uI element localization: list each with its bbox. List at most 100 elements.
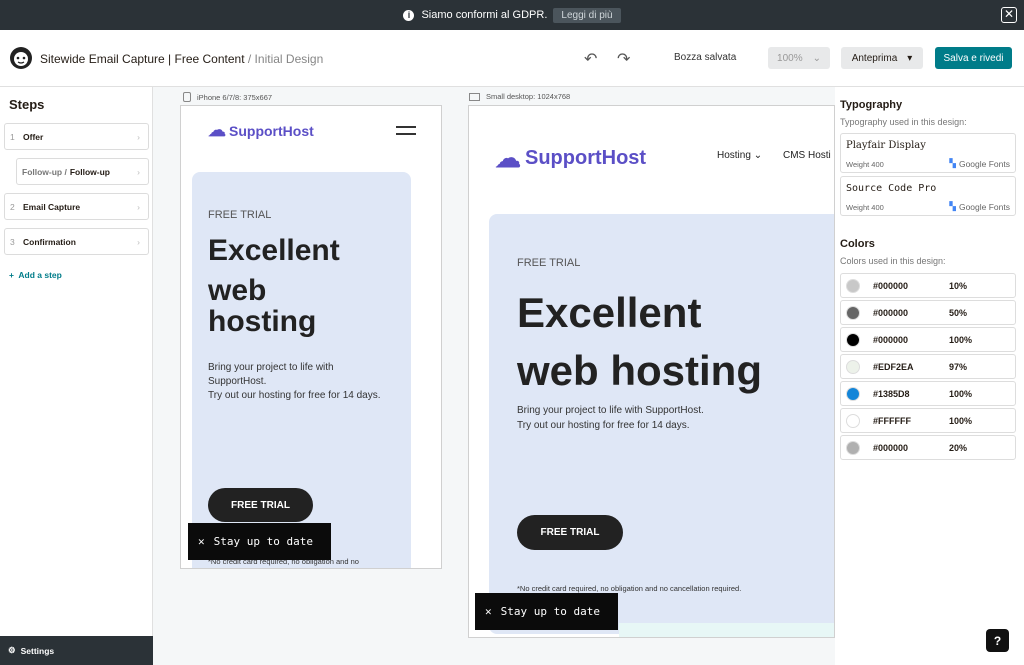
- color-dot: [846, 440, 860, 455]
- color-hex: #EDF2EA: [873, 361, 914, 372]
- editor-header: Sitewide Email Capture | Free Content / …: [0, 30, 1024, 87]
- stay-up-to-date-tab[interactable]: ✕ Stay up to date: [188, 523, 331, 560]
- font-name: Source Code Pro: [846, 183, 937, 194]
- headline-line: hosting: [208, 305, 317, 338]
- color-dot: [846, 386, 860, 401]
- footer-strip: [619, 623, 834, 637]
- body-line: Try out our hosting for free for 14 days…: [208, 390, 381, 401]
- color-dot: [846, 413, 860, 428]
- brand-logo: ☁ SupportHost: [495, 143, 646, 174]
- add-step-button[interactable]: + Add a step: [9, 270, 62, 280]
- step-follow-up[interactable]: Follow-up / Follow-up ›: [16, 158, 149, 185]
- step-confirmation[interactable]: 3 Confirmation ›: [4, 228, 149, 255]
- color-dot: [846, 305, 860, 320]
- step-email-capture[interactable]: 2 Email Capture ›: [4, 193, 149, 220]
- hero-eyebrow: FREE TRIAL: [517, 257, 581, 269]
- read-more-link[interactable]: Leggi di più: [553, 7, 621, 23]
- gdpr-text: Siamo conformi al GDPR.: [421, 9, 548, 21]
- hero-headline: Excellent web hosting: [517, 284, 762, 400]
- preview-label: Anteprima: [851, 52, 898, 64]
- google-fonts-icon: ▚: [949, 201, 956, 211]
- hero-card: FREE TRIAL Excellent web hosting Bring y…: [489, 214, 834, 634]
- undo-icon[interactable]: ↶: [584, 49, 597, 69]
- headline-line: Excellent: [208, 234, 340, 267]
- free-trial-button[interactable]: FREE TRIAL: [517, 515, 623, 550]
- typography-hint: Typography used in this design:: [840, 117, 967, 127]
- color-hex: #000000: [873, 280, 909, 291]
- body-line: SupportHost.: [208, 376, 267, 387]
- body-line: Try out our hosting for free for 14 days…: [517, 420, 690, 431]
- font-weight: Weight 400: [846, 203, 884, 212]
- color-swatch-row: #000000 20%: [840, 435, 1016, 460]
- hero-eyebrow: FREE TRIAL: [208, 209, 272, 221]
- chevron-right-icon: ›: [137, 131, 140, 142]
- plus-icon: +: [9, 270, 14, 280]
- preview-dropdown[interactable]: Anteprima ▾: [841, 47, 923, 69]
- color-swatch-row: #000000 100%: [840, 327, 1016, 352]
- headline-line: Excellent: [517, 289, 702, 336]
- cloud-logo-icon: ☁: [208, 120, 226, 140]
- chevron-right-icon: ›: [137, 201, 140, 212]
- color-opacity: 10%: [949, 280, 968, 291]
- color-hex: #1385D8: [873, 388, 910, 399]
- step-prefix: Follow-up /: [22, 166, 67, 177]
- design-info-panel: Typography Typography used in this desig…: [835, 87, 1024, 665]
- color-dot: [846, 278, 860, 293]
- font-source: Google Fonts: [958, 201, 1010, 212]
- design-canvas: iPhone 6/7/8: 375x667 Small desktop: 102…: [153, 87, 835, 665]
- color-opacity: 50%: [949, 307, 968, 318]
- help-button[interactable]: ?: [986, 629, 1009, 652]
- body-line: Bring your project to life with: [208, 362, 334, 373]
- font-name: Playfair Display: [846, 140, 926, 151]
- step-offer[interactable]: 1 Offer ›: [4, 123, 149, 150]
- brand-logo: ☁ SupportHost: [208, 120, 314, 141]
- close-icon[interactable]: ✕: [198, 535, 205, 548]
- gear-icon: ⚙: [8, 645, 16, 655]
- desktop-size-label: Small desktop: 1024x768: [486, 92, 571, 101]
- color-swatch-row: #000000 50%: [840, 300, 1016, 325]
- brand-name: SupportHost: [229, 122, 314, 139]
- desktop-preview[interactable]: ☁ SupportHost Hosting ⌄ CMS Hosti FREE T…: [468, 105, 835, 638]
- hero-headline: Excellent web hosting: [208, 235, 340, 338]
- hero-body: Bring your project to life with SupportH…: [208, 361, 381, 403]
- body-line: Bring your project to life with SupportH…: [517, 405, 704, 416]
- campaign-name: Sitewide Email Capture | Free Content: [40, 52, 245, 66]
- mobile-preview[interactable]: ☁ SupportHost FREE TRIAL Excellent web h…: [180, 105, 442, 569]
- monitor-icon: [469, 92, 480, 101]
- colors-hint: Colors used in this design:: [840, 256, 946, 266]
- google-fonts-link[interactable]: ▚ Google Fonts: [949, 201, 1010, 212]
- breadcrumb: / Initial Design: [247, 52, 324, 66]
- mobile-frame-label: iPhone 6/7/8: 375x667: [183, 92, 272, 102]
- font-source: Google Fonts: [958, 158, 1010, 169]
- nav-hosting[interactable]: Hosting ⌄: [717, 150, 762, 161]
- color-hex: #FFFFFF: [873, 415, 911, 426]
- color-hex: #000000: [873, 307, 909, 318]
- save-status: Bozza salvata: [674, 52, 737, 63]
- hamburger-menu-icon[interactable]: [396, 126, 416, 135]
- free-trial-button[interactable]: FREE TRIAL: [208, 488, 313, 522]
- chevron-right-icon: ›: [137, 166, 140, 177]
- chevron-right-icon: ›: [137, 236, 140, 247]
- google-fonts-link[interactable]: ▚ Google Fonts: [949, 158, 1010, 169]
- close-icon[interactable]: ✕: [485, 605, 492, 618]
- step-label: Offer: [23, 131, 44, 142]
- color-swatch-row: #1385D8 100%: [840, 381, 1016, 406]
- close-icon[interactable]: ✕: [1001, 7, 1017, 23]
- settings-label: Settings: [20, 645, 55, 656]
- zoom-select[interactable]: 100% ⌄: [768, 47, 830, 69]
- color-swatch-row: #EDF2EA 97%: [840, 354, 1016, 379]
- settings-button[interactable]: ⚙ Settings: [0, 636, 153, 665]
- color-opacity: 100%: [949, 388, 973, 399]
- step-number: 2: [10, 201, 15, 212]
- stay-up-to-date-tab[interactable]: ✕ Stay up to date: [475, 593, 618, 630]
- font-card: Playfair Display Weight 400 ▚ Google Font…: [840, 133, 1016, 173]
- typography-title: Typography: [840, 99, 903, 111]
- step-number: 3: [10, 236, 15, 247]
- color-swatch-row: #000000 10%: [840, 273, 1016, 298]
- nav-cms-hosting[interactable]: CMS Hosti: [783, 150, 831, 161]
- step-label: Follow-up: [69, 166, 110, 177]
- caret-down-icon: ▾: [907, 52, 913, 64]
- redo-icon[interactable]: ↷: [617, 49, 630, 69]
- phone-icon: [183, 92, 191, 102]
- save-review-button[interactable]: Salva e rivedi: [935, 47, 1012, 69]
